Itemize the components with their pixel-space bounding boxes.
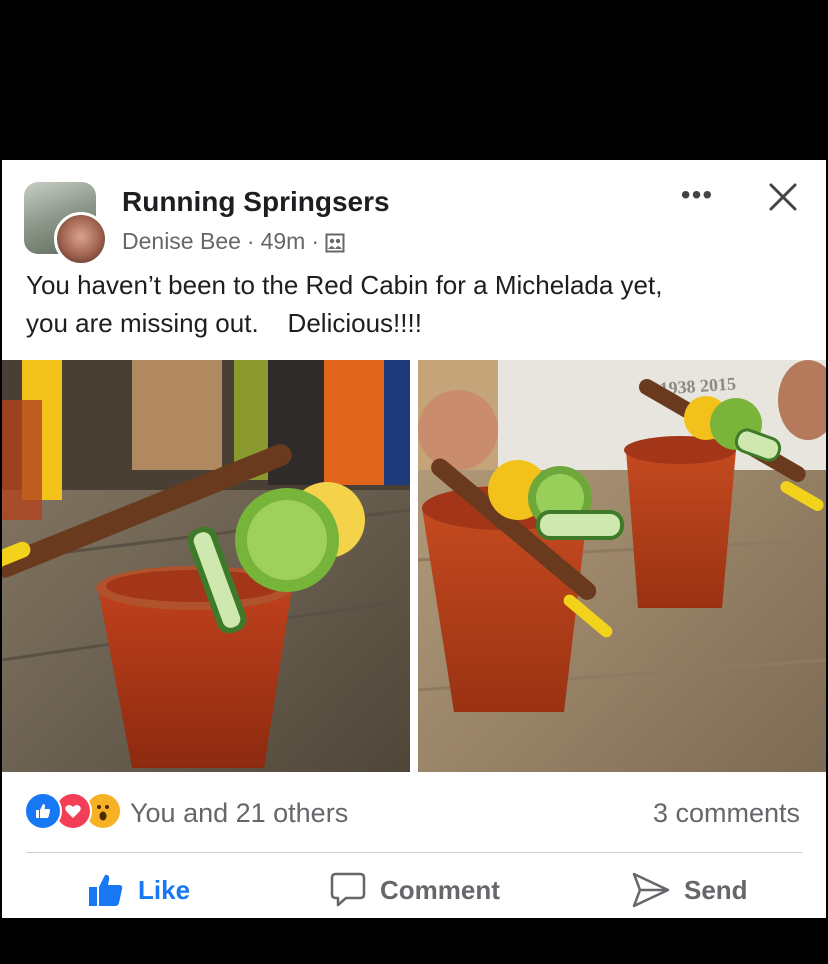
michelada-photo (2, 360, 410, 772)
post-text: You haven’t been to the Red Cabin for a … (26, 270, 663, 338)
meta-separator: · (246, 228, 255, 254)
close-icon (769, 183, 797, 211)
post-photo-2[interactable]: 1938 2015 (418, 360, 826, 772)
post-card: Running Springsers Denise Bee · 49m · ••… (2, 160, 826, 918)
thumbs-up-icon (89, 874, 123, 906)
comment-button[interactable]: Comment (328, 868, 500, 912)
group-avatar-stack[interactable] (24, 182, 108, 266)
like-icon (24, 792, 62, 830)
reaction-summary[interactable]: You and 21 others (130, 798, 348, 829)
send-icon (632, 872, 670, 908)
more-options-button[interactable]: ••• (676, 180, 718, 210)
comment-icon (330, 872, 366, 907)
michelada-photo: 1938 2015 (418, 360, 826, 772)
author-name[interactable]: Denise Bee (122, 228, 241, 255)
like-button[interactable]: Like (86, 868, 190, 912)
post-time[interactable]: 49m (261, 228, 306, 255)
meta-separator: · (311, 228, 320, 254)
send-label: Send (684, 874, 748, 905)
group-privacy-icon (325, 232, 345, 252)
like-label: Like (138, 874, 191, 905)
comments-count[interactable]: 3 comments (653, 798, 800, 829)
close-button[interactable] (762, 176, 804, 218)
reaction-icons[interactable] (24, 792, 122, 830)
divider (26, 852, 802, 853)
post-meta: Denise Bee · 49m · (122, 228, 345, 255)
send-button[interactable]: Send (630, 868, 748, 912)
post-photo-1[interactable] (2, 360, 410, 772)
group-name[interactable]: Running Springsers (122, 186, 390, 218)
user-avatar[interactable] (54, 212, 108, 266)
comment-label: Comment (380, 874, 500, 905)
